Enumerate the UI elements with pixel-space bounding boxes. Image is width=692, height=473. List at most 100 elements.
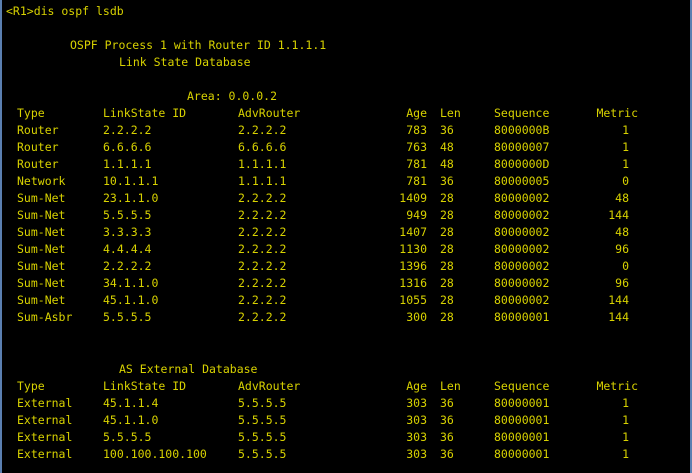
lsdb-cell-metric: 144 [608, 208, 629, 222]
ext-cell-adv-router: 5.5.5.5 [238, 447, 287, 461]
ext-cell-metric: 1 [622, 430, 629, 444]
ext-cell-metric: 1 [622, 396, 629, 410]
lsdb-cell-linkstate-id: 5.5.5.5 [103, 310, 152, 324]
ext-cell-age: 303 [406, 413, 427, 427]
lsdb-header-sequence: Sequence [494, 106, 550, 120]
lsdb-cell-len: 36 [440, 123, 454, 137]
lsdb-row: Sum-Net 2.2.2.2 2.2.2.2 1396 28 80000002 0 [0, 258, 692, 275]
lsdb-row: Sum-Asbr 5.5.5.5 2.2.2.2 300 28 80000001 144 [0, 309, 692, 326]
lsdb-cell-metric: 144 [608, 293, 629, 307]
lsdb-row: Router 1.1.1.1 1.1.1.1 781 48 8000000D 1 [0, 156, 692, 173]
ext-cell-adv-router: 5.5.5.5 [238, 413, 287, 427]
lsdb-cell-len: 28 [440, 259, 454, 273]
ext-cell-metric: 1 [622, 447, 629, 461]
lsdb-row: Router 2.2.2.2 2.2.2.2 783 36 8000000B 1 [0, 122, 692, 139]
ext-cell-type: External [17, 413, 73, 427]
lsdb-cell-type: Sum-Net [17, 208, 66, 222]
lsdb-cell-linkstate-id: 23.1.1.0 [103, 191, 159, 205]
lsdb-cell-metric: 1 [622, 140, 629, 154]
lsdb-cell-len: 28 [440, 191, 454, 205]
lsdb-row: Router 6.6.6.6 6.6.6.6 763 48 80000007 1 [0, 139, 692, 156]
lsdb-cell-type: Sum-Net [17, 259, 66, 273]
lsdb-cell-metric: 48 [615, 191, 629, 205]
lsdb-cell-adv-router: 1.1.1.1 [238, 174, 287, 188]
ext-cell-age: 303 [406, 396, 427, 410]
lsdb-header-row: Type LinkState ID AdvRouter Age Len Sequence M… [0, 105, 692, 122]
lsdb-header-linkstate-id: LinkState ID [103, 106, 187, 120]
ext-header-adv-router: AdvRouter [238, 379, 301, 393]
lsdb-cell-sequence: 80000001 [494, 310, 550, 324]
lsdb-row: Sum-Net 3.3.3.3 2.2.2.2 1407 28 80000002 48 [0, 224, 692, 241]
lsdb-cell-metric: 1 [622, 157, 629, 171]
lsdb-cell-adv-router: 2.2.2.2 [238, 123, 287, 137]
lsdb-cell-age: 1407 [399, 225, 427, 239]
lsdb-row: Sum-Net 5.5.5.5 2.2.2.2 949 28 80000002 144 [0, 207, 692, 224]
lsdb-cell-age: 949 [406, 208, 427, 222]
terminal-window[interactable]: <R1>dis ospf lsdb OSPF Process 1 with Ro… [0, 0, 692, 473]
ext-row: External 45.1.1.4 5.5.5.5 303 36 80000001 1 [0, 395, 692, 412]
lsdb-cell-len: 28 [440, 225, 454, 239]
lsdb-row: Sum-Net 23.1.1.0 2.2.2.2 1409 28 80000002 48 [0, 190, 692, 207]
ext-cell-sequence: 80000001 [494, 413, 550, 427]
lsdb-cell-linkstate-id: 2.2.2.2 [103, 259, 152, 273]
ext-header-linkstate-id: LinkState ID [103, 379, 187, 393]
lsdb-cell-type: Router [17, 140, 59, 154]
command-prompt: <R1>dis ospf lsdb [6, 4, 124, 18]
ext-cell-len: 36 [440, 447, 454, 461]
lsdb-row: Sum-Net 4.4.4.4 2.2.2.2 1130 28 80000002 96 [0, 241, 692, 258]
lsdb-cell-linkstate-id: 34.1.1.0 [103, 276, 159, 290]
ext-cell-type: External [17, 447, 73, 461]
ext-cell-metric: 1 [622, 413, 629, 427]
lsdb-cell-age: 1130 [399, 242, 427, 256]
lsdb-cell-adv-router: 2.2.2.2 [238, 225, 287, 239]
ospf-process-title: OSPF Process 1 with Router ID 1.1.1.1 [70, 38, 327, 52]
lsdb-cell-linkstate-id: 45.1.1.0 [103, 293, 159, 307]
lsdb-cell-adv-router: 2.2.2.2 [238, 259, 287, 273]
lsdb-cell-type: Sum-Net [17, 191, 66, 205]
lsdb-cell-linkstate-id: 5.5.5.5 [103, 208, 152, 222]
lsdb-cell-len: 28 [440, 276, 454, 290]
lsdb-cell-adv-router: 6.6.6.6 [238, 140, 287, 154]
lsdb-cell-sequence: 80000007 [494, 140, 550, 154]
lsdb-cell-adv-router: 2.2.2.2 [238, 208, 287, 222]
lsdb-cell-type: Sum-Net [17, 242, 66, 256]
lsdb-cell-age: 1409 [399, 191, 427, 205]
lsdb-header-len: Len [440, 106, 461, 120]
lsdb-cell-sequence: 80000002 [494, 225, 550, 239]
lsdb-cell-metric: 0 [622, 174, 629, 188]
lsdb-cell-type: Sum-Net [17, 293, 66, 307]
ext-cell-len: 36 [440, 396, 454, 410]
ext-cell-linkstate-id: 45.1.1.4 [103, 396, 159, 410]
lsdb-row: Network 10.1.1.1 1.1.1.1 781 36 80000005 0 [0, 173, 692, 190]
lsdb-cell-metric: 96 [615, 276, 629, 290]
lsdb-cell-age: 781 [406, 174, 427, 188]
ext-cell-linkstate-id: 100.100.100.100 [103, 447, 207, 461]
ext-header-metric: Metric [596, 379, 638, 393]
lsdb-cell-metric: 0 [622, 259, 629, 273]
lsdb-cell-adv-router: 2.2.2.2 [238, 191, 287, 205]
external-db-table: Type LinkState ID AdvRouter Age Len Sequence M… [0, 378, 692, 463]
ext-header-len: Len [440, 379, 461, 393]
lsdb-cell-linkstate-id: 3.3.3.3 [103, 225, 152, 239]
ext-cell-type: External [17, 430, 73, 444]
lsdb-cell-sequence: 80000002 [494, 259, 550, 273]
lsdb-cell-len: 28 [440, 208, 454, 222]
lsdb-cell-len: 28 [440, 242, 454, 256]
lsdb-header-age: Age [406, 106, 427, 120]
lsdb-cell-adv-router: 2.2.2.2 [238, 276, 287, 290]
lsdb-cell-len: 28 [440, 293, 454, 307]
ext-cell-len: 36 [440, 413, 454, 427]
lsdb-cell-sequence: 80000002 [494, 293, 550, 307]
lsdb-header-adv-router: AdvRouter [238, 106, 301, 120]
lsdb-cell-sequence: 8000000B [494, 123, 550, 137]
ext-cell-linkstate-id: 5.5.5.5 [103, 430, 152, 444]
lsdb-cell-type: Network [17, 174, 66, 188]
lsdb-cell-type: Sum-Net [17, 225, 66, 239]
ext-cell-age: 303 [406, 430, 427, 444]
lsdb-cell-adv-router: 1.1.1.1 [238, 157, 287, 171]
lsdb-cell-age: 1316 [399, 276, 427, 290]
lsdb-cell-len: 48 [440, 157, 454, 171]
lsdb-cell-age: 1055 [399, 293, 427, 307]
lsdb-cell-sequence: 80000002 [494, 276, 550, 290]
lsdb-cell-type: Sum-Net [17, 276, 66, 290]
